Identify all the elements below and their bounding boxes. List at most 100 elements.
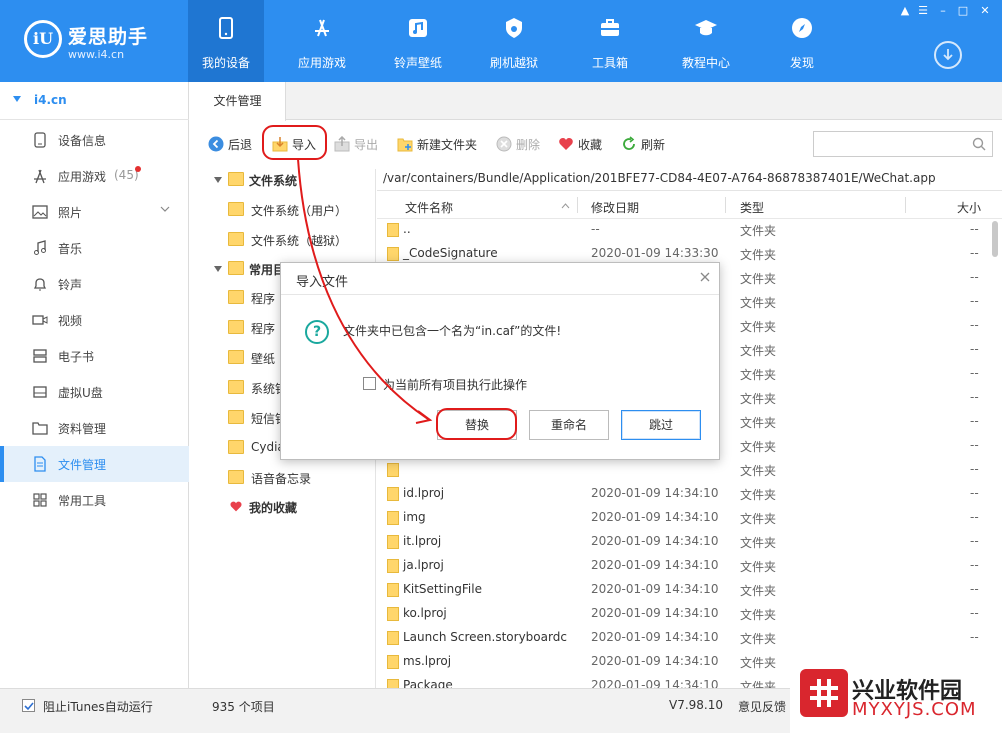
- sidebar-item-label: 设备信息: [58, 134, 107, 148]
- folder-icon: [228, 290, 244, 304]
- table-row[interactable]: Launch Screen.storyboardc 2020-01-09 14:3…: [377, 627, 987, 651]
- tree-fs-jailbreak[interactable]: 文件系统（越狱）: [190, 229, 376, 259]
- chevron-down-icon[interactable]: [160, 204, 170, 214]
- table-row[interactable]: ko.lproj 2020-01-09 14:34:10 文件夹 --: [377, 603, 987, 627]
- table-row[interactable]: 文件夹 --: [377, 459, 987, 483]
- folder-icon: [228, 470, 244, 484]
- sidebar-item-label: 虚拟U盘: [58, 386, 103, 400]
- tree-favorites[interactable]: 我的收藏: [190, 496, 376, 526]
- table-row[interactable]: img 2020-01-09 14:34:10 文件夹 --: [377, 507, 987, 531]
- sidebar-item-file-management[interactable]: 文件管理: [0, 446, 189, 482]
- folder-icon: [387, 463, 399, 477]
- apply-all-checkbox[interactable]: [363, 377, 376, 390]
- toolbar: 后退 导入 导出 新建文件夹 删除 收藏 刷新: [190, 120, 1002, 169]
- shield-icon: [506, 18, 522, 38]
- scrollbar[interactable]: [992, 219, 998, 685]
- logo-icon: iU: [24, 20, 62, 58]
- expand-triangle-icon: [214, 177, 222, 183]
- file-type: 文件夹: [740, 440, 777, 454]
- device-header[interactable]: i4.cn: [0, 82, 189, 120]
- nav-tutorials[interactable]: 教程中心: [668, 0, 744, 82]
- app-url: www.i4.cn: [68, 48, 125, 61]
- file-name: id.lproj: [403, 486, 445, 500]
- tree-fs-user[interactable]: 文件系统（用户）: [190, 199, 376, 229]
- bell-icon: [33, 278, 47, 291]
- close-icon[interactable]: [699, 271, 711, 283]
- download-button[interactable]: [934, 41, 962, 69]
- tree-label: 程序: [251, 292, 276, 306]
- nav-label: 发现: [789, 56, 814, 70]
- phone-icon: [219, 17, 233, 39]
- file-name: ..: [403, 222, 411, 236]
- file-date: 2020-01-09 14:34:10: [591, 678, 719, 688]
- folder-icon: [228, 320, 244, 334]
- rename-button[interactable]: 重命名: [529, 410, 609, 440]
- menu-icon[interactable]: ☰: [914, 4, 932, 18]
- tree-label: 程序: [251, 322, 276, 336]
- nav-flash[interactable]: 刷机越狱: [476, 0, 552, 82]
- sidebar-item-ebooks[interactable]: 电子书: [0, 338, 189, 374]
- col-size[interactable]: 大小: [957, 199, 981, 216]
- app-logo: iU 爱思助手 www.i4.cn: [24, 16, 174, 66]
- minimize-button[interactable]: –: [934, 4, 952, 18]
- shirt-icon[interactable]: ▲: [896, 4, 914, 18]
- file-date: 2020-01-09 14:33:30: [591, 246, 719, 260]
- video-icon: [32, 315, 48, 325]
- table-row[interactable]: ja.lproj 2020-01-09 14:34:10 文件夹 --: [377, 555, 987, 579]
- folder-icon: [387, 655, 399, 669]
- device-name: i4.cn: [34, 93, 67, 107]
- col-name[interactable]: 文件名称: [405, 199, 453, 216]
- nav-my-device[interactable]: 我的设备: [188, 0, 264, 82]
- close-window-button[interactable]: ✕: [976, 4, 994, 18]
- scrollbar-thumb[interactable]: [992, 221, 998, 257]
- table-row[interactable]: .. -- 文件夹 --: [377, 219, 987, 243]
- sidebar-item-usb[interactable]: 虚拟U盘: [0, 374, 189, 410]
- file-type: 文件夹: [740, 632, 777, 646]
- nav-label: 铃声壁纸: [393, 56, 442, 70]
- sidebar-item-label: 应用游戏: [58, 170, 107, 184]
- file-size: --: [970, 534, 979, 548]
- itunes-checkbox[interactable]: [22, 699, 35, 712]
- folder-icon: [228, 380, 244, 394]
- col-type[interactable]: 类型: [740, 199, 764, 216]
- feedback-link[interactable]: 意见反馈: [738, 698, 786, 715]
- table-row[interactable]: KitSettingFile 2020-01-09 14:34:10 文件夹 --: [377, 579, 987, 603]
- table-row[interactable]: id.lproj 2020-01-09 14:34:10 文件夹 --: [377, 483, 987, 507]
- nav-discover[interactable]: 发现: [764, 0, 840, 82]
- sidebar-item-apps[interactable]: 应用游戏 (45): [0, 158, 189, 194]
- photo-icon: [32, 205, 48, 219]
- sidebar-item-photos[interactable]: 照片: [0, 194, 189, 230]
- sidebar-item-tools[interactable]: 常用工具: [0, 482, 189, 518]
- nav-apps[interactable]: 应用游戏: [284, 0, 360, 82]
- path-bar[interactable]: /var/containers/Bundle/Application/201BF…: [377, 169, 1002, 191]
- replace-button[interactable]: 替换: [437, 410, 517, 440]
- file-name: img: [403, 510, 426, 524]
- sidebar-item-device-info[interactable]: 设备信息: [0, 122, 189, 158]
- search-input[interactable]: [813, 131, 993, 157]
- file-date: 2020-01-09 14:34:10: [591, 510, 719, 524]
- sidebar-item-video[interactable]: 视频: [0, 302, 189, 338]
- sidebar-item-music[interactable]: 音乐: [0, 230, 189, 266]
- tree-item[interactable]: 语音备忘录: [190, 467, 376, 497]
- skip-button[interactable]: 跳过: [621, 410, 701, 440]
- folder-icon: [387, 583, 399, 597]
- file-icon: [34, 456, 46, 472]
- file-date: 2020-01-09 14:34:10: [591, 534, 719, 548]
- file-name: KitSettingFile: [403, 582, 482, 596]
- sidebar-item-data-management[interactable]: 资料管理: [0, 410, 189, 446]
- sidebar-item-ringtones[interactable]: 铃声: [0, 266, 189, 302]
- maximize-button[interactable]: □: [954, 4, 972, 18]
- col-date[interactable]: 修改日期: [591, 199, 639, 216]
- nav-ringtones[interactable]: 铃声壁纸: [380, 0, 456, 82]
- table-row[interactable]: it.lproj 2020-01-09 14:34:10 文件夹 --: [377, 531, 987, 555]
- file-name: Package: [403, 678, 453, 688]
- file-type: 文件夹: [740, 416, 777, 430]
- tab-file-management[interactable]: 文件管理: [190, 82, 286, 121]
- sidebar-item-label: 音乐: [58, 242, 83, 256]
- delete-icon: [496, 136, 512, 152]
- favorite-label: 收藏: [578, 138, 603, 152]
- nav-toolbox[interactable]: 工具箱: [572, 0, 648, 82]
- folder-icon: [387, 607, 399, 621]
- sidebar-item-label: 照片: [58, 206, 83, 220]
- tree-file-system[interactable]: 文件系统: [190, 169, 376, 199]
